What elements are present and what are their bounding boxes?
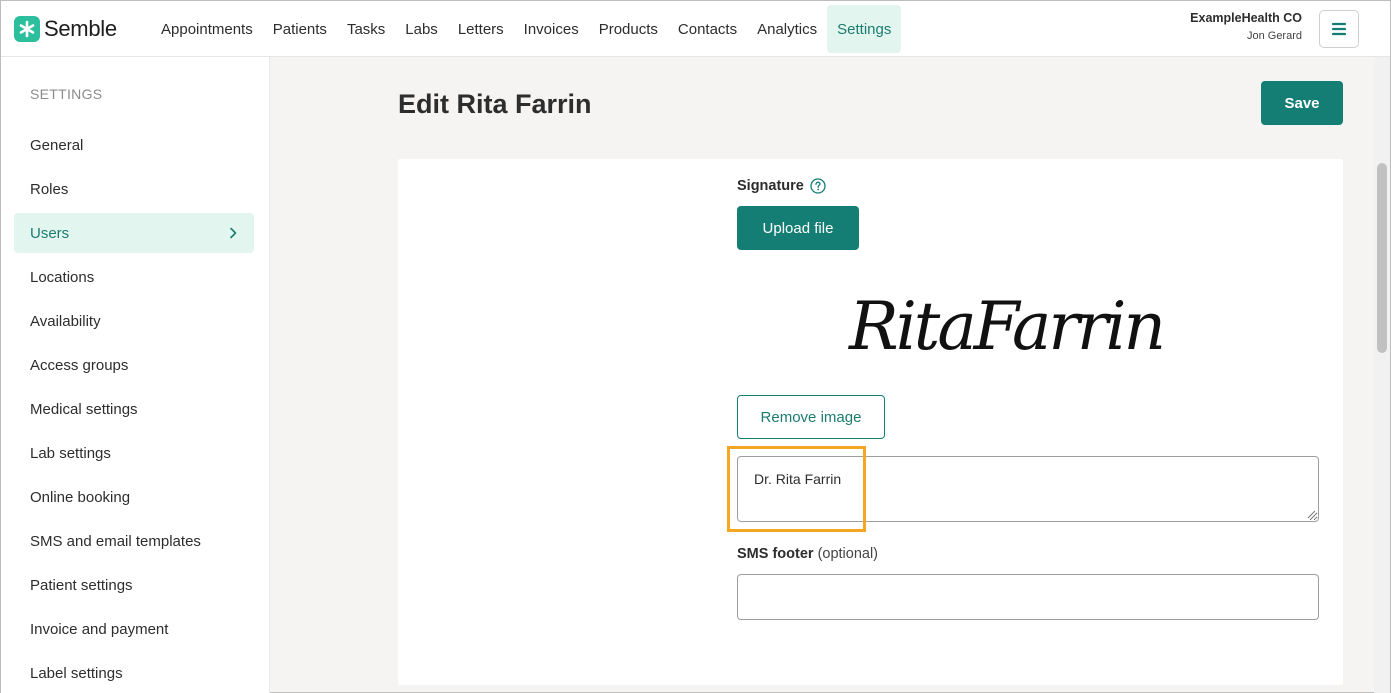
sidebar-item-label: Availability bbox=[30, 312, 101, 330]
sidebar-item-label-settings[interactable]: Label settings bbox=[14, 653, 254, 693]
sms-footer-input[interactable] bbox=[737, 574, 1319, 620]
nav-products[interactable]: Products bbox=[589, 5, 668, 53]
sidebar-item-patient-settings[interactable]: Patient settings bbox=[14, 565, 254, 605]
sidebar-item-general[interactable]: General bbox=[14, 125, 254, 165]
app-name: Semble bbox=[44, 16, 117, 41]
semble-logo[interactable]: Semble bbox=[14, 16, 117, 42]
sms-footer-label: SMS footer (optional) bbox=[737, 546, 878, 562]
optional-hint: (optional) bbox=[817, 546, 879, 562]
nav-invoices[interactable]: Invoices bbox=[514, 5, 589, 53]
upload-file-button[interactable]: Upload file bbox=[737, 206, 859, 250]
hamburger-icon bbox=[1331, 22, 1347, 36]
nav-patients[interactable]: Patients bbox=[263, 5, 337, 53]
org-name: ExampleHealth CO bbox=[1190, 11, 1302, 25]
signature-text-field[interactable]: Dr. Rita Farrin bbox=[737, 456, 1319, 522]
account-info[interactable]: ExampleHealth CO Jon Gerard bbox=[1190, 11, 1302, 42]
nav-settings[interactable]: Settings bbox=[827, 5, 902, 53]
signature-label-text: Signature bbox=[737, 178, 804, 194]
sidebar-item-label: Locations bbox=[30, 268, 95, 286]
signature-image: RitaFarrin bbox=[849, 288, 1166, 365]
sidebar-item-locations[interactable]: Locations bbox=[14, 257, 254, 297]
sidebar-item-roles[interactable]: Roles bbox=[14, 169, 254, 209]
sidebar-item-lab-settings[interactable]: Lab settings bbox=[14, 433, 254, 473]
sidebar-item-label: Patient settings bbox=[30, 576, 133, 594]
signature-label: Signature bbox=[737, 178, 826, 194]
sidebar-item-label: Invoice and payment bbox=[30, 620, 169, 638]
sidebar-item-access-groups[interactable]: Access groups bbox=[14, 345, 254, 385]
sidebar-item-label: General bbox=[30, 136, 84, 154]
semble-logo-icon bbox=[14, 16, 40, 42]
sidebar-item-label: Access groups bbox=[30, 356, 129, 374]
top-navigation-bar: Semble Appointments Patients Tasks Labs … bbox=[1, 1, 1390, 57]
settings-sidebar: SETTINGS General Roles Users Locations A… bbox=[1, 57, 270, 693]
sidebar-item-label: SMS and email templates bbox=[30, 532, 201, 550]
sidebar-item-label: Label settings bbox=[30, 664, 123, 682]
page-scrollbar[interactable] bbox=[1374, 57, 1390, 693]
sidebar-item-availability[interactable]: Availability bbox=[14, 301, 254, 341]
nav-analytics[interactable]: Analytics bbox=[747, 5, 827, 53]
sidebar-list: General Roles Users Locations Availabili… bbox=[14, 125, 254, 693]
user-edit-card: Signature Upload file RitaFarrin Remove … bbox=[398, 159, 1343, 685]
nav-letters[interactable]: Letters bbox=[448, 5, 514, 53]
save-button[interactable]: Save bbox=[1261, 81, 1343, 125]
sidebar-item-medical-settings[interactable]: Medical settings bbox=[14, 389, 254, 429]
sidebar-item-label: Online booking bbox=[30, 488, 131, 506]
main-nav: Appointments Patients Tasks Labs Letters… bbox=[151, 5, 902, 53]
remove-image-button[interactable]: Remove image bbox=[737, 395, 885, 439]
help-icon[interactable] bbox=[810, 178, 826, 194]
nav-tasks[interactable]: Tasks bbox=[337, 5, 395, 53]
nav-contacts[interactable]: Contacts bbox=[668, 5, 747, 53]
chevron-right-icon bbox=[228, 227, 238, 239]
sidebar-item-users[interactable]: Users bbox=[14, 213, 254, 253]
nav-labs[interactable]: Labs bbox=[395, 5, 448, 53]
sidebar-item-label: Lab settings bbox=[30, 444, 111, 462]
nav-appointments[interactable]: Appointments bbox=[151, 5, 263, 53]
main-menu-button[interactable] bbox=[1319, 10, 1359, 48]
sidebar-item-online-booking[interactable]: Online booking bbox=[14, 477, 254, 517]
sidebar-heading: SETTINGS bbox=[30, 86, 103, 102]
sms-footer-label-text: SMS footer bbox=[737, 546, 814, 562]
sidebar-item-invoice-payment[interactable]: Invoice and payment bbox=[14, 609, 254, 649]
user-name: Jon Gerard bbox=[1246, 30, 1302, 42]
sidebar-item-label: Medical settings bbox=[30, 400, 138, 418]
page-title: Edit Rita Farrin bbox=[398, 89, 592, 119]
scrollbar-thumb[interactable] bbox=[1377, 163, 1387, 353]
sidebar-item-label: Roles bbox=[30, 180, 69, 198]
sidebar-item-sms-email-templates[interactable]: SMS and email templates bbox=[14, 521, 254, 561]
sidebar-item-label: Users bbox=[30, 224, 70, 242]
